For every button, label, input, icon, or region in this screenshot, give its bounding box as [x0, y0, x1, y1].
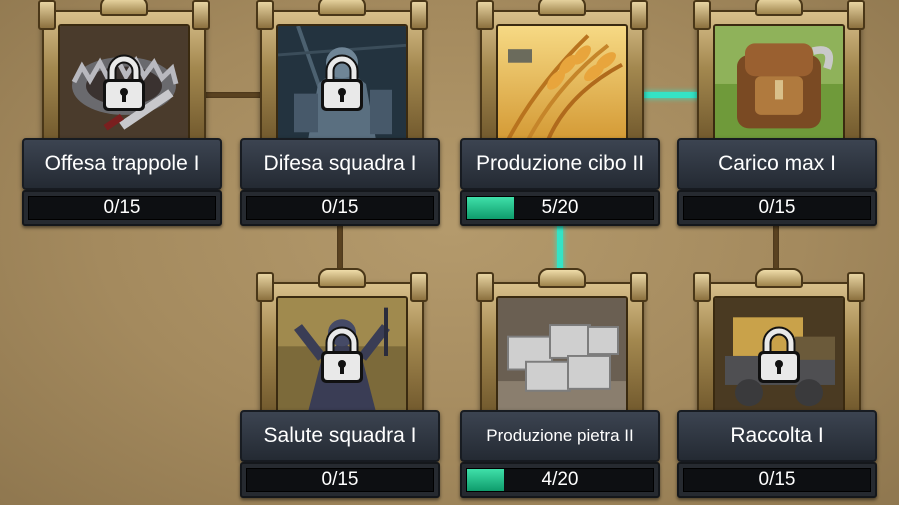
frame-crest	[318, 0, 366, 16]
skill-progress-text: 0/15	[321, 197, 359, 218]
warrior-statue-icon	[276, 296, 408, 414]
armored-knight-icon	[276, 24, 408, 142]
skill-progress-bar: 0/15	[240, 462, 440, 498]
frame-crest	[755, 268, 803, 288]
skill-node-offesa-trappole[interactable]: Offesa trappole I 0/15	[22, 0, 222, 226]
skill-name: Difesa squadra I	[240, 138, 440, 190]
skill-progress-bar: 0/15	[22, 190, 222, 226]
skill-name: Raccolta I	[677, 410, 877, 462]
skill-node-carico-max[interactable]: Carico max I 0/15	[677, 0, 877, 226]
skill-node-produzione-cibo[interactable]: Produzione cibo II 5/20	[460, 0, 660, 226]
skill-progress-text: 5/20	[541, 197, 579, 218]
skill-name: Carico max I	[677, 138, 877, 190]
frame-crest	[755, 0, 803, 16]
skill-node-raccolta[interactable]: Raccolta I 0/15	[677, 268, 877, 498]
stone-blocks-icon	[496, 296, 628, 414]
skill-frame	[476, 0, 648, 154]
skill-progress-text: 0/15	[758, 469, 796, 490]
skill-name: Produzione pietra II	[460, 410, 660, 462]
frame-crest	[100, 0, 148, 16]
frame-crest	[318, 268, 366, 288]
frame-crest	[538, 268, 586, 288]
skill-progress-bar: 0/15	[240, 190, 440, 226]
skill-progress-text: 4/20	[541, 469, 579, 490]
skill-name: Produzione cibo II	[460, 138, 660, 190]
skill-frame	[693, 0, 865, 154]
skill-frame	[256, 268, 428, 426]
lock-icon	[753, 323, 805, 387]
skill-progress-bar: 5/20	[460, 190, 660, 226]
skill-node-salute-squadra[interactable]: Salute squadra I 0/15	[240, 268, 440, 498]
skill-progress-text: 0/15	[321, 469, 359, 490]
skill-progress-text: 0/15	[758, 197, 796, 218]
trap-icon	[58, 24, 190, 142]
gathering-cart-icon	[713, 296, 845, 414]
lock-icon	[98, 51, 150, 115]
backpack-icon	[713, 24, 845, 142]
skill-progress-bar: 0/15	[677, 462, 877, 498]
skill-name: Offesa trappole I	[22, 138, 222, 190]
skill-progress-bar: 4/20	[460, 462, 660, 498]
skill-progress-text: 0/15	[103, 197, 141, 218]
lock-icon	[316, 51, 368, 115]
lock-icon	[316, 323, 368, 387]
frame-crest	[538, 0, 586, 16]
skill-node-difesa-squadra[interactable]: Difesa squadra I 0/15	[240, 0, 440, 226]
skill-frame	[476, 268, 648, 426]
skill-name: Salute squadra I	[240, 410, 440, 462]
skill-frame	[693, 268, 865, 426]
skill-frame	[256, 0, 428, 154]
skill-node-produzione-pietra[interactable]: Produzione pietra II 4/20	[460, 268, 660, 498]
wheat-icon	[496, 24, 628, 142]
skill-progress-bar: 0/15	[677, 190, 877, 226]
skill-frame	[38, 0, 210, 154]
